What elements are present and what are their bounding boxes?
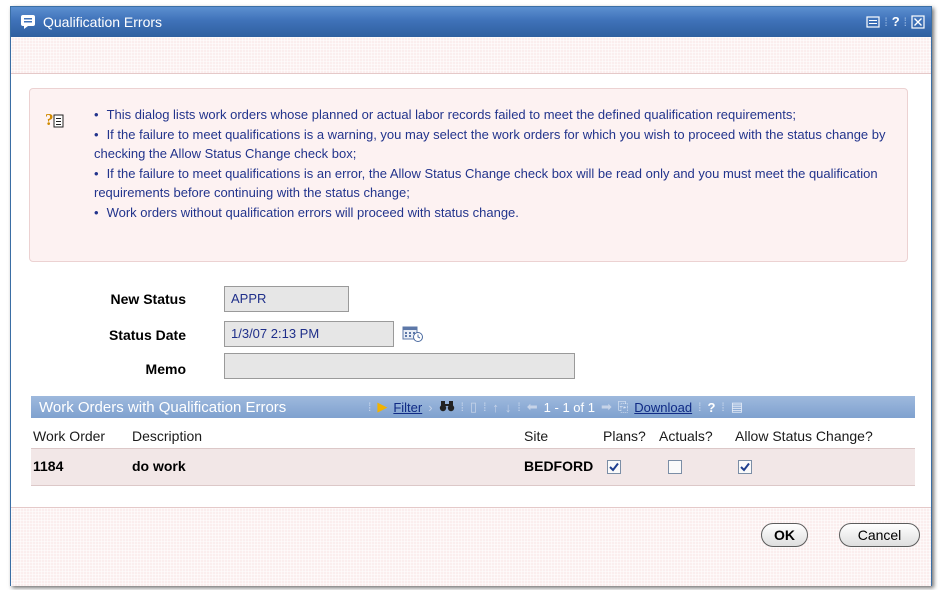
download-icon[interactable]: ⎘ (618, 399, 628, 415)
column-header-actuals[interactable]: Actuals? (659, 428, 713, 444)
memo-field[interactable] (224, 353, 575, 379)
new-status-label: New Status (110, 291, 186, 307)
help-icon: ? (44, 109, 66, 131)
help-button[interactable]: ? (892, 14, 900, 29)
bullet-icon: • (94, 126, 99, 142)
print-icon[interactable] (866, 15, 880, 29)
titlebar-separator: ⁞ (884, 14, 888, 29)
plans-checkbox (607, 460, 621, 474)
toolbar-separator: ⁞ (483, 400, 487, 414)
help-bullet: • If the failure to meet qualifications i… (94, 164, 899, 203)
next-page-icon: ➡ (600, 399, 612, 414)
column-header-description[interactable]: Description (132, 428, 202, 444)
filter-link[interactable]: Filter (393, 400, 422, 415)
status-date-field[interactable]: 1/3/07 2:13 PM (224, 321, 394, 347)
binoculars-icon[interactable] (439, 400, 455, 415)
help-bullet-text: If the failure to meet qualifications is… (94, 165, 878, 201)
table-options-icon[interactable]: ▤ (731, 399, 743, 415)
ok-button[interactable]: OK (761, 523, 808, 547)
column-header-site[interactable]: Site (524, 428, 548, 444)
allow-status-change-checkbox[interactable] (738, 460, 752, 474)
toolbar-separator: ⁞ (460, 400, 464, 414)
help-bullet: • This dialog lists work orders whose pla… (94, 105, 899, 125)
svg-text:?: ? (45, 110, 54, 129)
help-bullet-text: Work orders without qualification errors… (106, 204, 519, 220)
table-toolbar: ⁞ ▶ Filter › ⁞ ▯ ⁞ ↑ ↓ ⁞ ⬅ 1 - 1 of 1 ➡ … (368, 396, 743, 418)
dialog-top-band (11, 37, 931, 74)
help-text: • This dialog lists work orders whose pla… (94, 105, 899, 222)
previous-page-icon: ⬅ (526, 399, 538, 414)
titlebar-controls: ⁞ ? ⁞ (866, 14, 925, 29)
status-date-label: Status Date (108, 327, 186, 343)
bullet-icon: • (94, 165, 99, 181)
toolbar-separator: ⁞ (721, 400, 725, 414)
clear-filter-icon: ▯ (469, 399, 478, 414)
column-header-allow-status-change[interactable]: Allow Status Change? (735, 428, 873, 444)
toolbar-separator: ⁞ (368, 400, 372, 414)
calendar-icon[interactable] (402, 325, 424, 343)
memo-label: Memo (145, 361, 186, 377)
cell-site: BEDFORD (524, 458, 594, 474)
sort-up-icon: ↑ (492, 399, 499, 415)
column-header-plans[interactable]: Plans? (603, 428, 646, 444)
cell-description: do work (132, 458, 186, 474)
table-title: Work Orders with Qualification Errors (39, 398, 287, 416)
new-status-field[interactable]: APPR (224, 286, 349, 312)
help-bullet: • If the failure to meet qualifications i… (94, 125, 899, 164)
close-icon[interactable] (911, 14, 925, 29)
help-bullet-text: This dialog lists work orders whose plan… (106, 107, 796, 122)
titlebar-separator: ⁞ (903, 14, 907, 29)
help-panel: ? • This dialog lists work orders whose p… (29, 88, 908, 262)
bullet-icon: • (94, 204, 99, 220)
bullet-icon: • (94, 107, 99, 122)
table-help-button[interactable]: ? (707, 400, 715, 415)
help-bullet: • Work orders without qualification error… (94, 203, 899, 223)
help-bullet-text: If the failure to meet qualifications is… (94, 126, 886, 162)
toolbar-separator: ⁞ (517, 400, 521, 414)
filter-chevron-icon: › (428, 399, 433, 415)
qualification-errors-dialog: Qualification Errors ⁞ ? ⁞ ? • This dial… (10, 6, 932, 586)
download-link[interactable]: Download (634, 400, 692, 415)
toolbar-separator: ⁞ (698, 400, 702, 414)
sort-down-icon: ↓ (504, 399, 512, 415)
cancel-button[interactable]: Cancel (839, 523, 920, 547)
cell-work-order[interactable]: 1184 (33, 458, 63, 474)
table-header-bar: Work Orders with Qualification Errors ⁞ … (31, 396, 915, 418)
dialog-titlebar[interactable]: Qualification Errors ⁞ ? ⁞ (11, 7, 931, 37)
paging-text: 1 - 1 of 1 (543, 399, 595, 415)
column-header-work-order[interactable]: Work Order (33, 428, 105, 444)
actuals-checkbox (668, 460, 682, 474)
filter-arrow-icon: ▶ (377, 399, 388, 414)
dialog-icon (20, 14, 36, 30)
dialog-title: Qualification Errors (43, 14, 163, 30)
